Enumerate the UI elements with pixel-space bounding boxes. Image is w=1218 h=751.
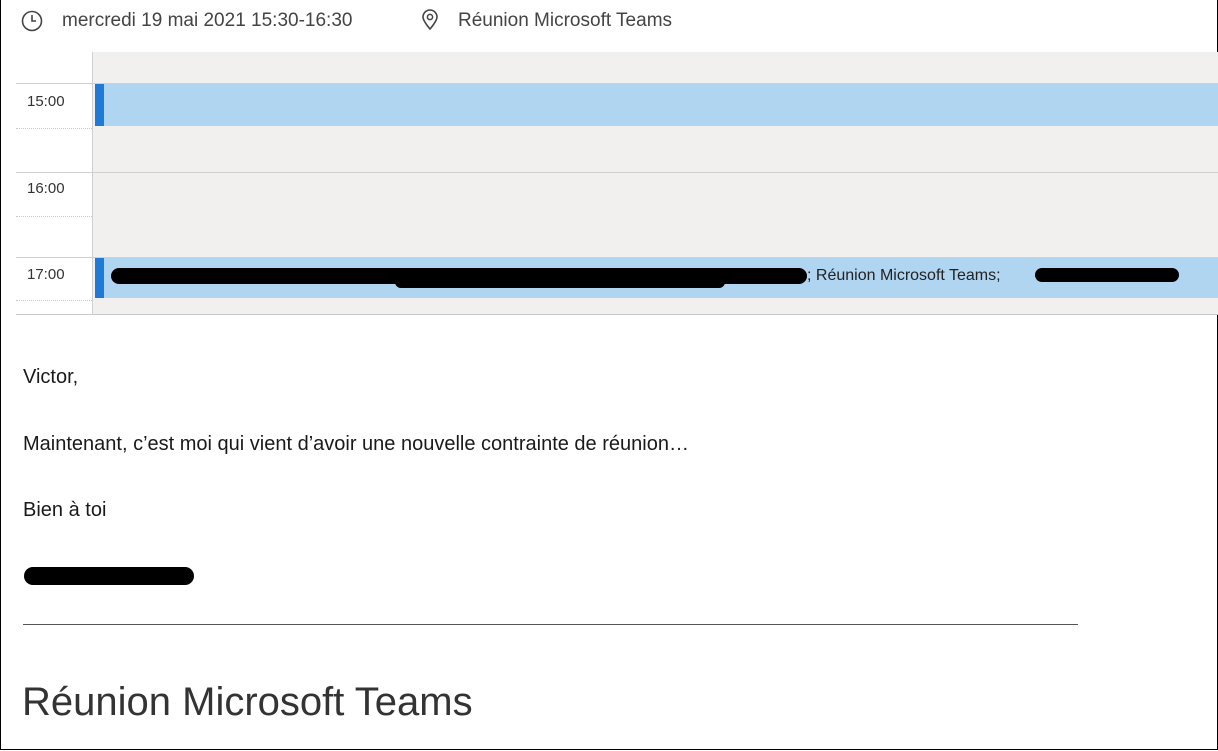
event-color-bar [95,258,104,298]
event-block-1500[interactable] [95,84,1218,126]
hour-label: 17:00 [27,266,65,283]
time-column: 15:00 16:00 17:00 [16,52,93,314]
event-subject-text: ; Réunion Microsoft Teams; [807,267,1001,284]
hour-label: 16:00 [27,180,65,197]
meeting-datetime: mercredi 19 mai 2021 15:30-16:30 [62,10,353,31]
closing-text: Bien à toi [23,499,107,521]
redaction-mark [1035,268,1179,282]
calendar-preview[interactable]: 15:00 16:00 17:00 ; Réunion Microsoft Te… [16,52,1218,315]
event-block-1700[interactable]: ; Réunion Microsoft Teams; [95,258,1218,298]
signature-redaction [24,567,194,585]
hour-label: 15:00 [27,93,65,110]
location-pin-icon [420,9,440,36]
redaction-mark [395,276,725,288]
separator-line [23,624,1078,625]
clock-icon [21,10,43,37]
meeting-location: Réunion Microsoft Teams [458,10,673,31]
greeting-text: Victor, [23,366,79,388]
meeting-title: Réunion Microsoft Teams [22,680,473,724]
body-line: Maintenant, c’est moi qui vient d’avoir … [23,433,689,455]
meeting-info-bar: mercredi 19 mai 2021 15:30-16:30 Réunion… [0,0,1218,42]
event-color-bar [95,84,104,126]
